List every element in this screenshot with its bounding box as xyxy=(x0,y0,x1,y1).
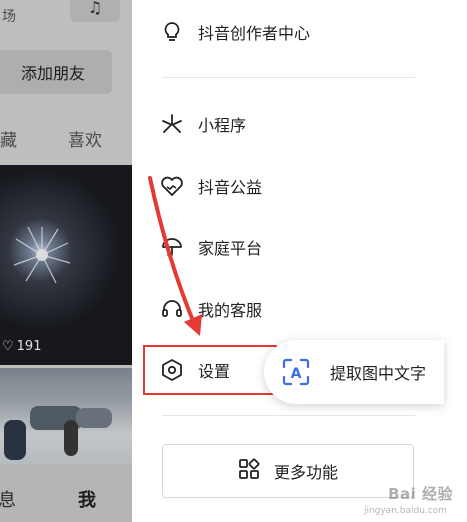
nav-messages[interactable]: 息 xyxy=(0,486,16,512)
person-image xyxy=(4,420,26,460)
music-note-icon: ♫ xyxy=(87,0,103,17)
menu-item-charity[interactable]: 抖音公益 xyxy=(160,166,262,206)
top-fragment-text: 场 xyxy=(2,9,16,25)
lightbulb-icon xyxy=(160,20,184,44)
menu-item-customer-service[interactable]: 我的客服 xyxy=(160,289,262,329)
add-friend-button[interactable]: 添加朋友 xyxy=(0,50,112,94)
divider xyxy=(162,77,415,78)
svg-text:A: A xyxy=(291,366,302,382)
menu-label: 家庭平台 xyxy=(198,239,263,258)
menu-label: 抖音创作者中心 xyxy=(198,24,311,43)
menu-item-creator-center[interactable]: 抖音创作者中心 xyxy=(160,12,310,52)
baidu-watermark-url: jingyan.baidu.com xyxy=(363,506,447,516)
heart-outline-icon: ♡ xyxy=(2,339,14,354)
headset-icon xyxy=(160,297,184,321)
likes-count: ♡ 191 xyxy=(2,339,41,354)
car-image xyxy=(76,408,112,428)
umbrella-icon xyxy=(160,235,184,259)
menu-item-mini-program[interactable]: 小程序 xyxy=(160,104,246,144)
baidu-watermark: Bai 经验 xyxy=(388,485,453,503)
profile-tabs: 藏 喜欢 xyxy=(0,126,132,154)
divider xyxy=(162,415,415,416)
text-scan-icon: A xyxy=(276,352,316,392)
extract-text-label: 提取图中文字 xyxy=(330,364,427,383)
profile-background: 场 ♫ 添加朋友 藏 喜欢 ♡ 191 息 我 xyxy=(0,0,132,522)
tab-likes[interactable]: 喜欢 xyxy=(68,126,102,151)
menu-item-family[interactable]: 家庭平台 xyxy=(160,227,262,267)
nav-me[interactable]: 我 xyxy=(78,486,96,512)
more-features-label: 更多功能 xyxy=(273,463,338,482)
likes-number: 191 xyxy=(16,339,42,354)
music-button[interactable]: ♫ xyxy=(70,0,120,22)
menu-label: 抖音公益 xyxy=(198,178,263,197)
extract-text-button[interactable]: A 提取图中文字 xyxy=(264,340,444,404)
video-thumbnail[interactable]: ♡ 191 xyxy=(0,165,132,365)
add-friend-label: 添加朋友 xyxy=(20,64,85,83)
grid-apps-icon xyxy=(238,458,260,484)
bottom-nav: 息 我 xyxy=(0,464,132,522)
charity-heart-icon xyxy=(160,174,184,198)
video-thumbnail[interactable] xyxy=(0,368,132,464)
tab-favorites[interactable]: 藏 xyxy=(0,126,17,151)
person-image xyxy=(64,420,78,456)
menu-label: 小程序 xyxy=(198,116,247,135)
menu-label: 我的客服 xyxy=(198,301,263,320)
mini-program-icon xyxy=(160,112,184,136)
settings-highlight-box xyxy=(143,345,277,395)
firework-image xyxy=(13,226,71,284)
more-features-button[interactable]: 更多功能 xyxy=(162,444,414,498)
